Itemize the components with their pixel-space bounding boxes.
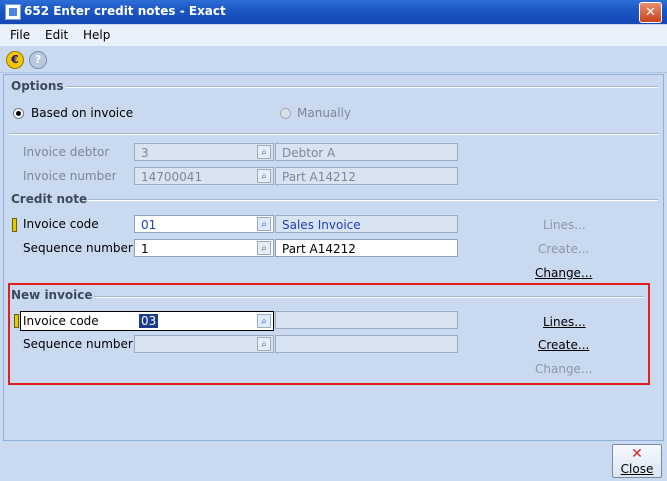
invoice-number-field: 14700041 [134,167,274,185]
credit-lines-link: Lines... [543,218,586,232]
credit-code-desc-field: Sales Invoice [275,215,458,233]
credit-change-link[interactable]: Change... [535,266,592,280]
credit-sequence-number-label: Sequence number [23,241,133,255]
options-bottom-divider [9,133,658,135]
exact-e-icon[interactable]: € [6,51,24,69]
menu-bar: File Edit Help [0,25,667,46]
invoice-number-lookup-icon: ⌕ [257,169,271,183]
highlight-box [8,283,650,385]
invoice-debtor-field: 3 [134,143,274,161]
window-title: 652 Enter credit notes - Exact [24,4,226,18]
main-panel [3,74,664,441]
radio-manually [280,108,291,119]
debtor-lookup-icon: ⌕ [257,145,271,159]
radio-based-on-invoice[interactable] [13,108,24,119]
menu-help[interactable]: Help [83,28,110,42]
bottom-bar [0,442,667,481]
credit-invoice-code-input[interactable]: 01 [134,215,274,233]
credit-sequence-number-input[interactable]: 1 [134,239,274,257]
options-divider [66,86,658,88]
close-button[interactable]: ✕ Close [612,444,662,478]
based-on-invoice-label[interactable]: Based on invoice [31,106,133,120]
invoice-number-label: Invoice number [23,169,117,183]
credit-seq-desc-field: Part A14212 [275,239,458,257]
credit-note-divider [88,199,658,201]
menu-edit[interactable]: Edit [45,28,68,42]
invoice-debtor-label: Invoice debtor [23,145,110,159]
close-button-label: Close [620,462,654,476]
menu-file[interactable]: File [10,28,30,42]
invoice-number-desc-field: Part A14212 [275,167,458,185]
credit-create-link: Create... [538,242,590,256]
credit-code-lookup-icon[interactable]: ⌕ [257,217,271,231]
credit-seq-lookup-icon[interactable]: ⌕ [257,241,271,255]
close-icon: ✕ [631,446,643,462]
app-icon [5,4,21,20]
debtor-name-field: Debtor A [275,143,458,161]
required-marker [12,218,17,232]
credit-note-heading: Credit note [11,192,88,206]
toolbar: € ? [0,46,667,73]
options-heading: Options [11,79,64,93]
help-icon[interactable]: ? [29,51,47,69]
title-bar: 652 Enter credit notes - Exact ✕ [0,0,667,24]
credit-invoice-code-label: Invoice code [23,217,99,231]
window-close-button[interactable]: ✕ [639,2,662,23]
manually-label: Manually [297,106,352,120]
